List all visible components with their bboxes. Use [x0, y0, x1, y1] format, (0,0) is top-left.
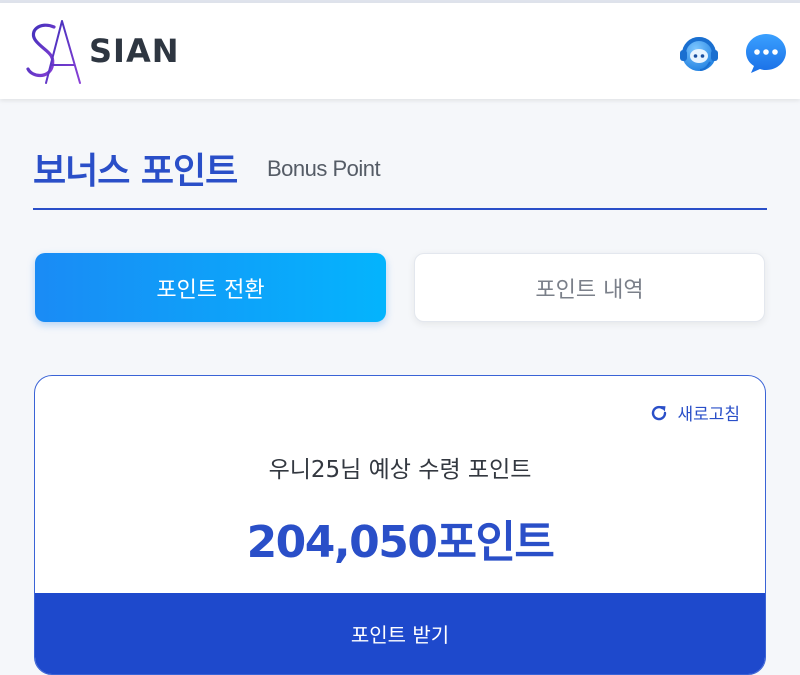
refresh-label: 새로고침	[677, 405, 740, 425]
title-divider	[33, 208, 767, 210]
chat-bubble-icon[interactable]	[743, 30, 789, 76]
refresh-button[interactable]: 새로고침	[649, 400, 740, 425]
receive-points-button[interactable]: 포인트 받기	[35, 593, 765, 674]
sa-monogram-logo-icon[interactable]	[22, 19, 84, 87]
page-subtitle: Bonus Point	[267, 156, 381, 181]
tab-point-history[interactable]: 포인트 내역	[414, 253, 765, 322]
bonus-point-card: 새로고침 우니25님 예상 수령 포인트 204,050포인트 포인트 받기	[34, 375, 766, 675]
support-agent-icon[interactable]	[676, 30, 722, 76]
page-title: 보너스 포인트	[33, 151, 238, 192]
page-title-section: 보너스 포인트 Bonus Point	[33, 140, 767, 212]
expected-points-label: 우니25님 예상 수령 포인트	[268, 457, 532, 483]
app-header: SIAN	[0, 3, 800, 99]
refresh-icon	[652, 405, 667, 420]
expected-points-value: 204,050포인트	[246, 517, 555, 568]
tab-point-conversion[interactable]: 포인트 전환	[35, 253, 386, 322]
brand-name: SIAN	[89, 32, 180, 70]
